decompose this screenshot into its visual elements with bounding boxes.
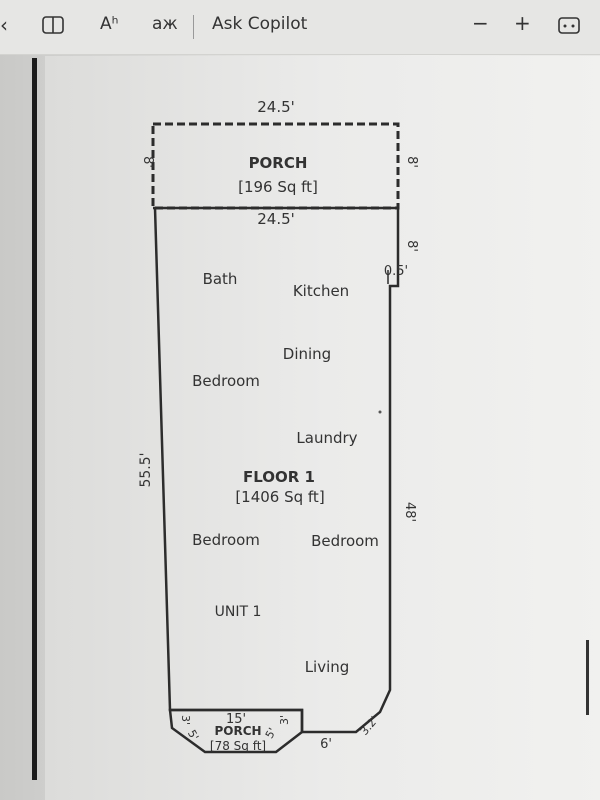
floor-name: FLOOR 1 bbox=[243, 468, 315, 486]
unit-label: UNIT 1 bbox=[215, 604, 262, 620]
porch-bottom-left-a: 3' bbox=[179, 715, 192, 725]
dimension-dot bbox=[378, 410, 382, 414]
porch-bottom-name: PORCH bbox=[214, 724, 261, 738]
porch-top-right-dim: 8' bbox=[404, 156, 419, 168]
room-living: Living bbox=[305, 658, 350, 676]
room-laundry: Laundry bbox=[296, 429, 357, 447]
floor-area: [1406 Sq ft] bbox=[235, 488, 324, 506]
porch-top-area: [196 Sq ft] bbox=[238, 178, 318, 196]
room-bath: Bath bbox=[203, 270, 238, 288]
porch-top-width: 24.5' bbox=[257, 98, 295, 116]
room-bedroom-3: Bedroom bbox=[311, 532, 379, 550]
right-dim: 48' bbox=[402, 502, 417, 522]
room-bedroom-2: Bedroom bbox=[192, 531, 260, 549]
corner-dim: 3.2' bbox=[358, 714, 381, 738]
porch-bottom-area: [78 Sq ft] bbox=[210, 739, 266, 753]
porch-top-left-dim: 8' bbox=[140, 156, 155, 168]
room-bedroom-1: Bedroom bbox=[192, 372, 260, 390]
porch-top-name: PORCH bbox=[249, 154, 308, 172]
porch-bottom-right-a: 3' bbox=[278, 715, 291, 725]
left-dim: 55.5' bbox=[138, 452, 154, 487]
right-top-dim: 8' bbox=[404, 240, 419, 252]
floor-plan: 24.5' 8' 8' PORCH [196 Sq ft] 24.5' 8' 0… bbox=[138, 98, 419, 754]
room-kitchen: Kitchen bbox=[293, 282, 349, 300]
room-dining: Dining bbox=[283, 345, 331, 363]
floor-top-width: 24.5' bbox=[257, 210, 295, 228]
bottom-right-dim: 6' bbox=[320, 737, 332, 752]
